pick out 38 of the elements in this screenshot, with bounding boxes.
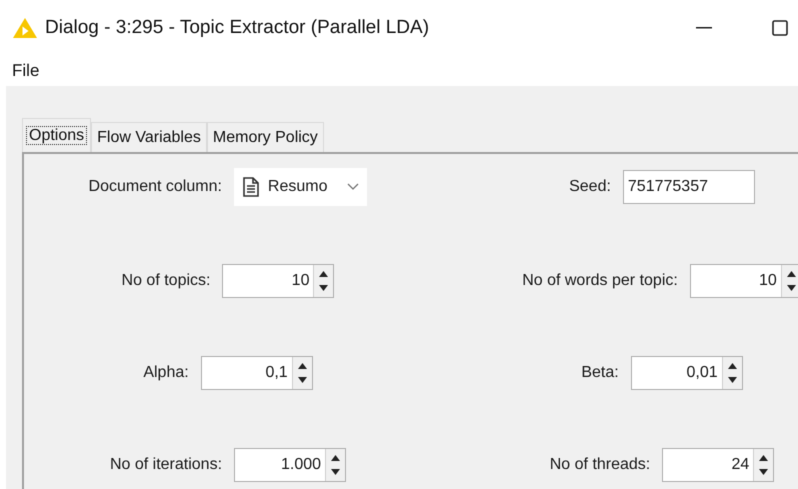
number-spinner[interactable]: 24: [662, 448, 774, 482]
minimize-icon[interactable]: [696, 27, 712, 29]
spin-down-icon[interactable]: [786, 285, 796, 291]
document-icon: [242, 177, 260, 197]
field-label: No of iterations:: [110, 455, 222, 475]
number-spinner[interactable]: 0,01: [630, 356, 743, 390]
spin-down-icon[interactable]: [728, 377, 737, 383]
spin-up-icon[interactable]: [759, 455, 768, 461]
field-label: No of topics:: [122, 271, 210, 291]
number-spinner[interactable]: 0,1: [200, 356, 313, 390]
field-label: Beta:: [581, 363, 619, 383]
window-title: Dialog - 3:295 - Topic Extractor (Parallel LDA): [45, 16, 430, 40]
app-logo-icon: [13, 18, 37, 38]
number-spinner[interactable]: 1.000: [234, 448, 346, 482]
field-label: No of words per topic:: [522, 271, 678, 291]
chevron-down-icon: [347, 183, 360, 191]
spin-up-icon[interactable]: [298, 363, 307, 369]
spin-down-icon[interactable]: [319, 285, 328, 291]
tab[interactable]: Flow Variables: [91, 122, 207, 152]
field-label: Document column:: [88, 177, 222, 197]
tab[interactable]: Memory Policy: [206, 122, 324, 152]
spin-down-icon[interactable]: [331, 469, 340, 475]
spin-up-icon[interactable]: [728, 363, 737, 369]
field-label: Seed:: [569, 177, 611, 197]
spin-up-icon[interactable]: [319, 271, 328, 277]
number-spinner[interactable]: 10: [690, 264, 798, 298]
seed-field[interactable]: 751775357: [622, 170, 755, 204]
column-dropdown[interactable]: Resumo: [234, 168, 368, 206]
tab[interactable]: Options: [22, 118, 92, 152]
maximize-icon[interactable]: [772, 20, 788, 36]
spin-down-icon[interactable]: [298, 377, 307, 383]
number-spinner[interactable]: 10: [222, 264, 334, 298]
spin-down-icon[interactable]: [759, 469, 768, 475]
menu-item[interactable]: File: [0, 58, 52, 84]
spin-up-icon[interactable]: [331, 455, 340, 461]
field-label: Alpha:: [143, 363, 189, 383]
field-label: No of threads:: [550, 455, 650, 475]
spin-up-icon[interactable]: [786, 271, 796, 277]
